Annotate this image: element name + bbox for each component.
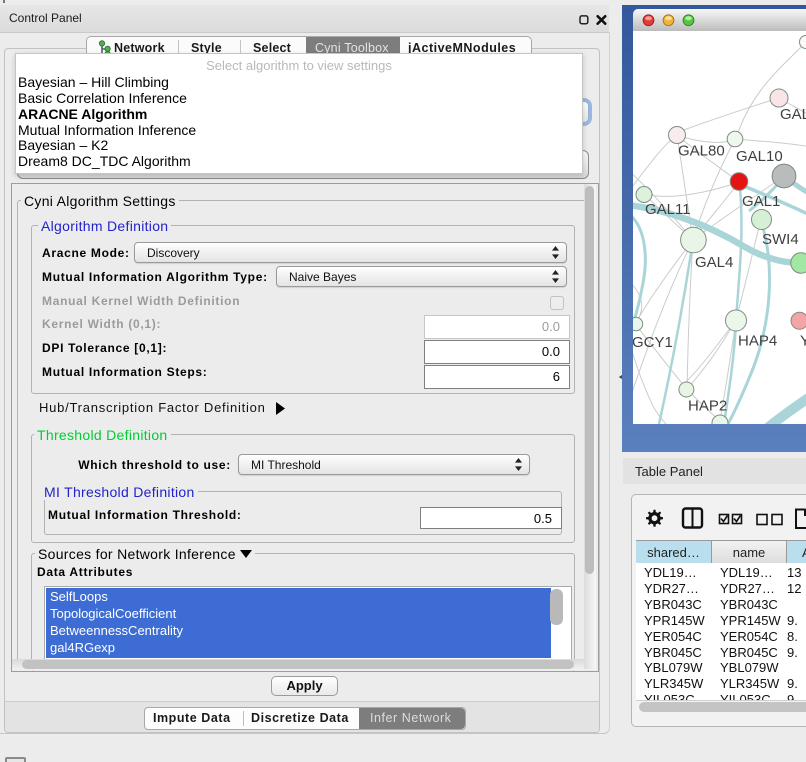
- svg-text:GAL1: GAL1: [742, 193, 780, 210]
- svg-text:HAP2: HAP2: [688, 398, 727, 415]
- svg-text:SWI4: SWI4: [762, 231, 799, 248]
- svg-text:GCY1: GCY1: [633, 334, 673, 351]
- svg-text:GAL11: GAL11: [645, 201, 691, 218]
- svg-text:HAP4: HAP4: [738, 333, 777, 350]
- svg-text:GAL10: GAL10: [736, 148, 783, 165]
- svg-text:YJ: YJ: [800, 333, 806, 350]
- svg-text:GAL80: GAL80: [678, 143, 725, 160]
- svg-text:GAL7: GAL7: [780, 106, 806, 123]
- svg-text:GAL4: GAL4: [695, 254, 733, 271]
